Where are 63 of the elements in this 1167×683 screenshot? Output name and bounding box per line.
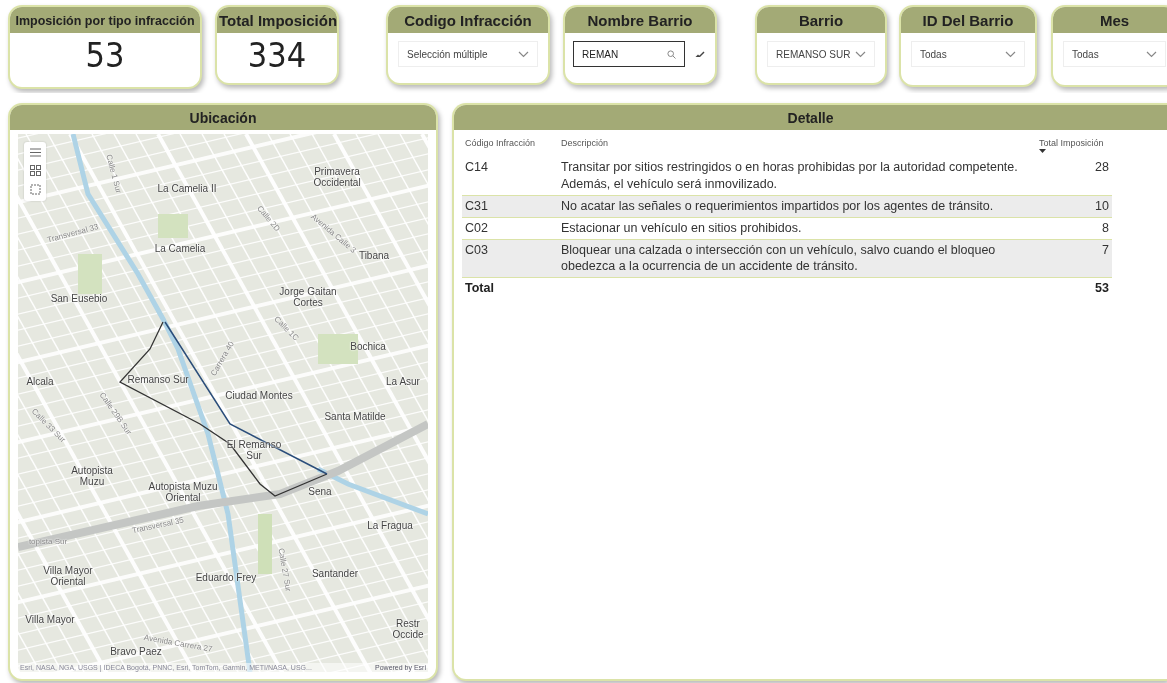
place-label: La Camelia II [157, 183, 217, 195]
place-label: Bravo Paez [110, 646, 162, 658]
description-cell: Bloquear una calzada o intersección con un vehículo, salvo cuando el bloqueo obedezca a la ocurrencia de un accidente de tránsito. [558, 239, 1036, 278]
place-label: Tibana [358, 250, 390, 262]
total-cell: 10 [1036, 195, 1112, 218]
card-title: Codigo Infracción [388, 7, 548, 33]
street-label: Calle 1 Sur [103, 153, 123, 195]
place-label: Santander [311, 568, 359, 580]
street-label: Calle 27 Sur [276, 547, 292, 593]
total-label: Total [462, 277, 558, 300]
place-label: La Fragua [367, 520, 413, 532]
chevron-down-icon [518, 50, 529, 58]
card-title: Total Imposición [217, 7, 337, 33]
dropdown[interactable]: Todas [911, 41, 1025, 67]
card-title: Nombre Barrio [565, 7, 715, 33]
column-header[interactable]: Descripción [558, 136, 1036, 157]
place-label: Jorge Gaitan Cortes [279, 286, 337, 308]
kpi-value: 53 [84, 34, 126, 75]
card-title: Barrio [757, 7, 885, 33]
description-cell: Transitar por sitios restringidos o en horas prohibidas por la autoridad competente. Además, el vehículo será inmovilizado. [558, 157, 1036, 196]
column-header[interactable]: Total Imposición [1036, 136, 1112, 157]
place-label: Alcala [26, 376, 54, 388]
place-label: Primavera Occidental [313, 166, 361, 188]
place-label: La Asur [386, 376, 420, 388]
grid-icon[interactable] [29, 165, 41, 176]
sort-descending-icon [1039, 149, 1046, 153]
dropdown[interactable]: REMANSO SUR [767, 41, 875, 67]
eraser-icon[interactable] [695, 50, 705, 58]
card-title: ID Del Barrio [901, 7, 1035, 33]
code-cell: C14 [462, 157, 558, 196]
place-label: Sena [308, 486, 332, 498]
place-label: Bochica [350, 341, 386, 353]
column-header[interactable]: Código Infracción [462, 136, 558, 157]
panel-title: Detalle [454, 105, 1167, 130]
search-icon [667, 49, 676, 59]
card-title: Mes [1053, 7, 1167, 33]
dropdown[interactable]: Selección múltiple [398, 41, 538, 67]
panel-title: Ubicación [10, 105, 436, 130]
place-label: La Camelia [154, 243, 206, 255]
menu-icon[interactable] [29, 148, 41, 157]
place-label: Ciudad Montes [225, 390, 293, 402]
place-label: Autopista Muzu Oriental [148, 481, 218, 503]
total-cell: 7 [1036, 239, 1112, 278]
place-label: Santa Matilde [324, 411, 386, 423]
place-label: Eduardo Frey [195, 572, 257, 584]
description-cell: No acatar las señales o requerimientos impartidos por los agentes de tránsito. [558, 195, 1036, 218]
chevron-down-icon [1005, 50, 1016, 58]
search-field[interactable]: REMAN [573, 41, 685, 67]
code-cell: C31 [462, 195, 558, 218]
code-cell: C03 [462, 239, 558, 278]
total-cell: 28 [1036, 157, 1112, 196]
place-label: Villa Mayor [25, 614, 75, 626]
total-value: 53 [1036, 277, 1112, 300]
place-label: Autopista Muzu [71, 465, 113, 487]
dropdown[interactable]: Todas [1063, 41, 1166, 67]
kpi-value: 334 [246, 34, 308, 75]
place-label: Remanso Sur [127, 374, 189, 386]
place-label: Restr Occide [392, 618, 424, 640]
card-title: Imposición por tipo infracción [10, 7, 200, 33]
place-label: Villa Mayor Oriental [43, 565, 93, 587]
place-label: San Eusebio [50, 293, 108, 305]
chevron-down-icon [855, 50, 866, 58]
chevron-down-icon [1146, 50, 1157, 58]
